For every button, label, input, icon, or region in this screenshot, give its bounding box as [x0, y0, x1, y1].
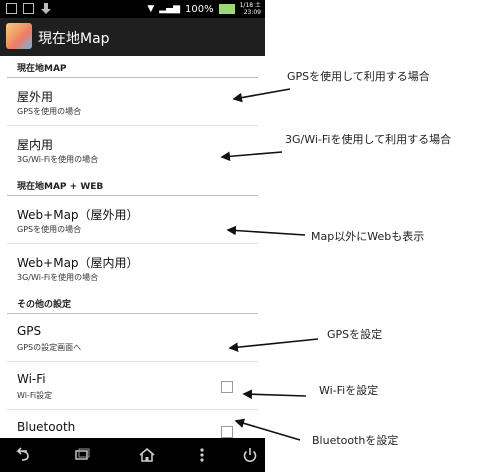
wifi-icon: ▼ — [147, 4, 155, 14]
pref-title: Wi-Fi — [17, 372, 46, 386]
wifi-checkbox[interactable] — [221, 381, 233, 393]
menu-icon[interactable] — [192, 447, 212, 463]
action-bar: 現在地Map — [0, 18, 265, 56]
notification-icon — [6, 3, 17, 14]
annotation-indoor: 3G/Wi-Fiを使用して利用する場合 — [285, 133, 452, 146]
pref-summary: 3G/Wi-Fiを使用の場合 — [17, 273, 99, 282]
pref-summary: 3G/Wi-Fiを使用の場合 — [17, 155, 99, 164]
pref-item-web-indoor[interactable]: Web+Map（屋内用） 3G/Wi-Fiを使用の場合 — [0, 244, 265, 292]
pref-item-wifi[interactable]: Wi-Fi Wi-Fi設定 — [0, 362, 265, 410]
pref-item-bluetooth[interactable]: Bluetooth — [0, 410, 265, 438]
pref-title: Bluetooth — [17, 420, 76, 434]
section-header-label: 現在地MAP + WEB — [17, 182, 104, 192]
pref-title: 屋内用 — [17, 138, 54, 152]
recents-icon[interactable] — [72, 447, 92, 463]
bluetooth-checkbox[interactable] — [221, 426, 233, 438]
pref-title: 屋外用 — [17, 90, 54, 104]
annotation-gps: GPSを設定 — [327, 328, 383, 341]
back-icon[interactable] — [12, 447, 32, 463]
preference-list[interactable]: 現在地MAP 屋外用 GPSを使用の場合 屋内用 3G/Wi-Fiを使用の場合 … — [0, 56, 265, 438]
download-icon — [40, 3, 51, 14]
app-title: 現在地Map — [38, 31, 110, 47]
annotation-outdoor: GPSを使用して利用する場合 — [287, 70, 430, 83]
image-icon — [23, 3, 34, 14]
status-date: 1/18 土 — [239, 2, 261, 9]
pref-summary: GPSを使用の場合 — [17, 225, 82, 234]
status-bar: ▼ ▂▄▆ 100% 1/18 土 23:09 — [0, 0, 265, 18]
pref-item-indoor[interactable]: 屋内用 3G/Wi-Fiを使用の場合 — [0, 126, 265, 174]
pref-item-gps[interactable]: GPS GPSの設定画面へ — [0, 314, 265, 362]
phone-screen: ▼ ▂▄▆ 100% 1/18 土 23:09 現在地Map 現在地MAP 屋外… — [0, 0, 265, 472]
pref-item-web-outdoor[interactable]: Web+Map（屋外用） GPSを使用の場合 — [0, 196, 265, 244]
section-header: 現在地MAP — [0, 56, 265, 78]
pref-item-outdoor[interactable]: 屋外用 GPSを使用の場合 — [0, 78, 265, 126]
power-icon[interactable] — [240, 447, 260, 463]
section-header-label: 現在地MAP — [17, 64, 67, 74]
navigation-bar — [0, 438, 265, 472]
annotation-bluetooth: Bluetoothを設定 — [312, 434, 399, 447]
status-time: 23:09 — [243, 9, 261, 16]
section-header-label: その他の設定 — [17, 300, 72, 310]
section-header: その他の設定 — [0, 292, 265, 314]
pref-summary: Wi-Fi設定 — [17, 391, 53, 400]
pref-title: Web+Map（屋外用） — [17, 208, 139, 222]
pref-title: GPS — [17, 324, 42, 338]
pref-title: Web+Map（屋内用） — [17, 256, 139, 270]
annotation-web: Map以外にWebも表示 — [311, 230, 425, 243]
annotation-wifi: Wi-Fiを設定 — [319, 384, 379, 397]
pref-summary: GPSの設定画面へ — [17, 343, 82, 352]
home-icon[interactable] — [137, 447, 157, 463]
battery-percent: 100% — [185, 3, 214, 15]
signal-icon: ▂▄▆ — [159, 4, 181, 14]
app-logo-icon — [6, 23, 32, 49]
pref-summary: GPSを使用の場合 — [17, 107, 82, 116]
battery-icon — [218, 4, 235, 14]
section-header: 現在地MAP + WEB — [0, 174, 265, 196]
